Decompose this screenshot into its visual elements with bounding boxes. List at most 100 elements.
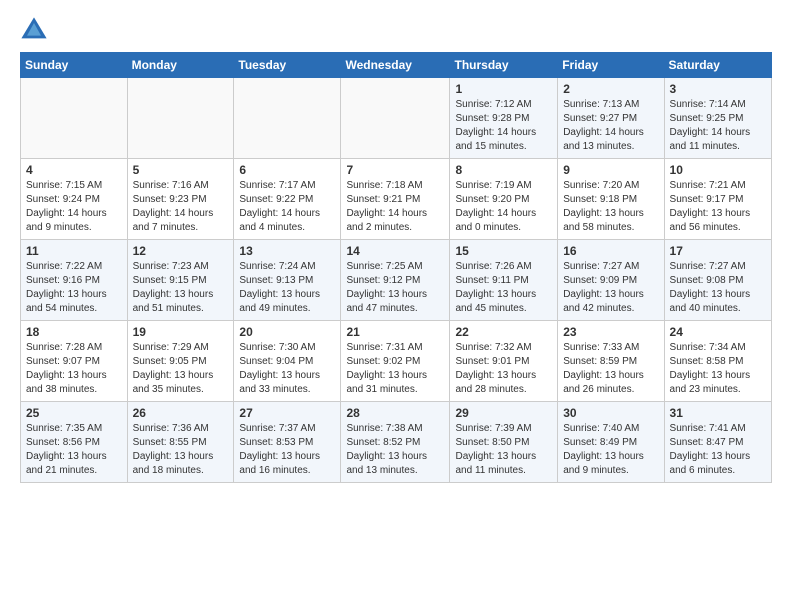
logo bbox=[20, 16, 52, 44]
col-header-sunday: Sunday bbox=[21, 53, 128, 78]
calendar-week-row: 4 Sunrise: 7:15 AM Sunset: 9:24 PM Daylig… bbox=[21, 159, 772, 240]
day-number: 5 bbox=[133, 163, 229, 177]
col-header-tuesday: Tuesday bbox=[234, 53, 341, 78]
day-number: 12 bbox=[133, 244, 229, 258]
day-number: 24 bbox=[670, 325, 766, 339]
calendar-week-row: 11 Sunrise: 7:22 AM Sunset: 9:16 PM Dayli… bbox=[21, 240, 772, 321]
day-number: 28 bbox=[346, 406, 444, 420]
day-info: Sunrise: 7:13 AM Sunset: 9:27 PM Dayligh… bbox=[563, 98, 658, 154]
calendar-cell bbox=[234, 78, 341, 159]
day-number: 1 bbox=[455, 82, 552, 96]
calendar-header-row: SundayMondayTuesdayWednesdayThursdayFrid… bbox=[21, 53, 772, 78]
day-number: 29 bbox=[455, 406, 552, 420]
calendar-cell: 8 Sunrise: 7:19 AM Sunset: 9:20 PM Daylig… bbox=[450, 159, 558, 240]
calendar-cell: 2 Sunrise: 7:13 AM Sunset: 9:27 PM Daylig… bbox=[558, 78, 664, 159]
day-number: 27 bbox=[239, 406, 335, 420]
day-info: Sunrise: 7:30 AM Sunset: 9:04 PM Dayligh… bbox=[239, 341, 335, 397]
day-info: Sunrise: 7:15 AM Sunset: 9:24 PM Dayligh… bbox=[26, 179, 122, 235]
day-number: 13 bbox=[239, 244, 335, 258]
day-info: Sunrise: 7:17 AM Sunset: 9:22 PM Dayligh… bbox=[239, 179, 335, 235]
calendar-cell bbox=[127, 78, 234, 159]
calendar-cell: 20 Sunrise: 7:30 AM Sunset: 9:04 PM Dayli… bbox=[234, 321, 341, 402]
logo-icon bbox=[20, 16, 48, 44]
day-number: 9 bbox=[563, 163, 658, 177]
calendar-cell bbox=[21, 78, 128, 159]
day-info: Sunrise: 7:39 AM Sunset: 8:50 PM Dayligh… bbox=[455, 422, 552, 478]
calendar-cell: 5 Sunrise: 7:16 AM Sunset: 9:23 PM Daylig… bbox=[127, 159, 234, 240]
calendar-cell: 17Sunrise: 7:27 AM Sunset: 9:08 PM Dayli… bbox=[664, 240, 771, 321]
calendar-cell bbox=[341, 78, 450, 159]
day-info: Sunrise: 7:14 AM Sunset: 9:25 PM Dayligh… bbox=[670, 98, 766, 154]
col-header-friday: Friday bbox=[558, 53, 664, 78]
day-info: Sunrise: 7:21 AM Sunset: 9:17 PM Dayligh… bbox=[670, 179, 766, 235]
day-info: Sunrise: 7:12 AM Sunset: 9:28 PM Dayligh… bbox=[455, 98, 552, 154]
day-info: Sunrise: 7:38 AM Sunset: 8:52 PM Dayligh… bbox=[346, 422, 444, 478]
calendar-cell: 30 Sunrise: 7:40 AM Sunset: 8:49 PM Dayli… bbox=[558, 402, 664, 483]
calendar-cell: 29 Sunrise: 7:39 AM Sunset: 8:50 PM Dayli… bbox=[450, 402, 558, 483]
day-number: 2 bbox=[563, 82, 658, 96]
day-info: Sunrise: 7:31 AM Sunset: 9:02 PM Dayligh… bbox=[346, 341, 444, 397]
day-info: Sunrise: 7:33 AM Sunset: 8:59 PM Dayligh… bbox=[563, 341, 658, 397]
day-number: 4 bbox=[26, 163, 122, 177]
calendar-week-row: 1 Sunrise: 7:12 AM Sunset: 9:28 PM Daylig… bbox=[21, 78, 772, 159]
col-header-saturday: Saturday bbox=[664, 53, 771, 78]
day-info: Sunrise: 7:32 AM Sunset: 9:01 PM Dayligh… bbox=[455, 341, 552, 397]
day-info: Sunrise: 7:16 AM Sunset: 9:23 PM Dayligh… bbox=[133, 179, 229, 235]
day-info: Sunrise: 7:36 AM Sunset: 8:55 PM Dayligh… bbox=[133, 422, 229, 478]
calendar-cell: 15 Sunrise: 7:26 AM Sunset: 9:11 PM Dayli… bbox=[450, 240, 558, 321]
calendar-cell: 27Sunrise: 7:37 AM Sunset: 8:53 PM Dayli… bbox=[234, 402, 341, 483]
calendar-cell: 3 Sunrise: 7:14 AM Sunset: 9:25 PM Daylig… bbox=[664, 78, 771, 159]
calendar-cell: 18Sunrise: 7:28 AM Sunset: 9:07 PM Dayli… bbox=[21, 321, 128, 402]
calendar-cell: 23 Sunrise: 7:33 AM Sunset: 8:59 PM Dayli… bbox=[558, 321, 664, 402]
day-number: 14 bbox=[346, 244, 444, 258]
day-info: Sunrise: 7:35 AM Sunset: 8:56 PM Dayligh… bbox=[26, 422, 122, 478]
col-header-monday: Monday bbox=[127, 53, 234, 78]
day-info: Sunrise: 7:41 AM Sunset: 8:47 PM Dayligh… bbox=[670, 422, 766, 478]
calendar-cell: 25 Sunrise: 7:35 AM Sunset: 8:56 PM Dayli… bbox=[21, 402, 128, 483]
day-number: 20 bbox=[239, 325, 335, 339]
calendar-cell: 21 Sunrise: 7:31 AM Sunset: 9:02 PM Dayli… bbox=[341, 321, 450, 402]
calendar-cell: 31Sunrise: 7:41 AM Sunset: 8:47 PM Dayli… bbox=[664, 402, 771, 483]
day-number: 6 bbox=[239, 163, 335, 177]
col-header-wednesday: Wednesday bbox=[341, 53, 450, 78]
calendar-cell: 13 Sunrise: 7:24 AM Sunset: 9:13 PM Dayli… bbox=[234, 240, 341, 321]
calendar-table: SundayMondayTuesdayWednesdayThursdayFrid… bbox=[20, 52, 772, 483]
day-number: 25 bbox=[26, 406, 122, 420]
day-info: Sunrise: 7:27 AM Sunset: 9:09 PM Dayligh… bbox=[563, 260, 658, 316]
calendar-cell: 7Sunrise: 7:18 AM Sunset: 9:21 PM Daylig… bbox=[341, 159, 450, 240]
day-info: Sunrise: 7:29 AM Sunset: 9:05 PM Dayligh… bbox=[133, 341, 229, 397]
day-number: 30 bbox=[563, 406, 658, 420]
calendar-cell: 12 Sunrise: 7:23 AM Sunset: 9:15 PM Dayli… bbox=[127, 240, 234, 321]
day-number: 10 bbox=[670, 163, 766, 177]
day-info: Sunrise: 7:23 AM Sunset: 9:15 PM Dayligh… bbox=[133, 260, 229, 316]
calendar-cell: 26Sunrise: 7:36 AM Sunset: 8:55 PM Dayli… bbox=[127, 402, 234, 483]
calendar-cell: 14 Sunrise: 7:25 AM Sunset: 9:12 PM Dayli… bbox=[341, 240, 450, 321]
day-info: Sunrise: 7:19 AM Sunset: 9:20 PM Dayligh… bbox=[455, 179, 552, 235]
page-header bbox=[20, 16, 772, 44]
calendar-cell: 24Sunrise: 7:34 AM Sunset: 8:58 PM Dayli… bbox=[664, 321, 771, 402]
col-header-thursday: Thursday bbox=[450, 53, 558, 78]
day-number: 23 bbox=[563, 325, 658, 339]
calendar-cell: 4 Sunrise: 7:15 AM Sunset: 9:24 PM Daylig… bbox=[21, 159, 128, 240]
day-number: 3 bbox=[670, 82, 766, 96]
day-info: Sunrise: 7:26 AM Sunset: 9:11 PM Dayligh… bbox=[455, 260, 552, 316]
day-info: Sunrise: 7:25 AM Sunset: 9:12 PM Dayligh… bbox=[346, 260, 444, 316]
calendar-cell: 28 Sunrise: 7:38 AM Sunset: 8:52 PM Dayli… bbox=[341, 402, 450, 483]
calendar-cell: 10 Sunrise: 7:21 AM Sunset: 9:17 PM Dayli… bbox=[664, 159, 771, 240]
calendar-week-row: 18Sunrise: 7:28 AM Sunset: 9:07 PM Dayli… bbox=[21, 321, 772, 402]
day-number: 15 bbox=[455, 244, 552, 258]
day-info: Sunrise: 7:20 AM Sunset: 9:18 PM Dayligh… bbox=[563, 179, 658, 235]
calendar-cell: 16Sunrise: 7:27 AM Sunset: 9:09 PM Dayli… bbox=[558, 240, 664, 321]
calendar-cell: 6 Sunrise: 7:17 AM Sunset: 9:22 PM Daylig… bbox=[234, 159, 341, 240]
day-number: 8 bbox=[455, 163, 552, 177]
day-number: 19 bbox=[133, 325, 229, 339]
day-info: Sunrise: 7:28 AM Sunset: 9:07 PM Dayligh… bbox=[26, 341, 122, 397]
calendar-cell: 19 Sunrise: 7:29 AM Sunset: 9:05 PM Dayli… bbox=[127, 321, 234, 402]
day-number: 7 bbox=[346, 163, 444, 177]
day-info: Sunrise: 7:24 AM Sunset: 9:13 PM Dayligh… bbox=[239, 260, 335, 316]
day-info: Sunrise: 7:22 AM Sunset: 9:16 PM Dayligh… bbox=[26, 260, 122, 316]
day-number: 11 bbox=[26, 244, 122, 258]
day-info: Sunrise: 7:27 AM Sunset: 9:08 PM Dayligh… bbox=[670, 260, 766, 316]
day-info: Sunrise: 7:40 AM Sunset: 8:49 PM Dayligh… bbox=[563, 422, 658, 478]
day-number: 21 bbox=[346, 325, 444, 339]
